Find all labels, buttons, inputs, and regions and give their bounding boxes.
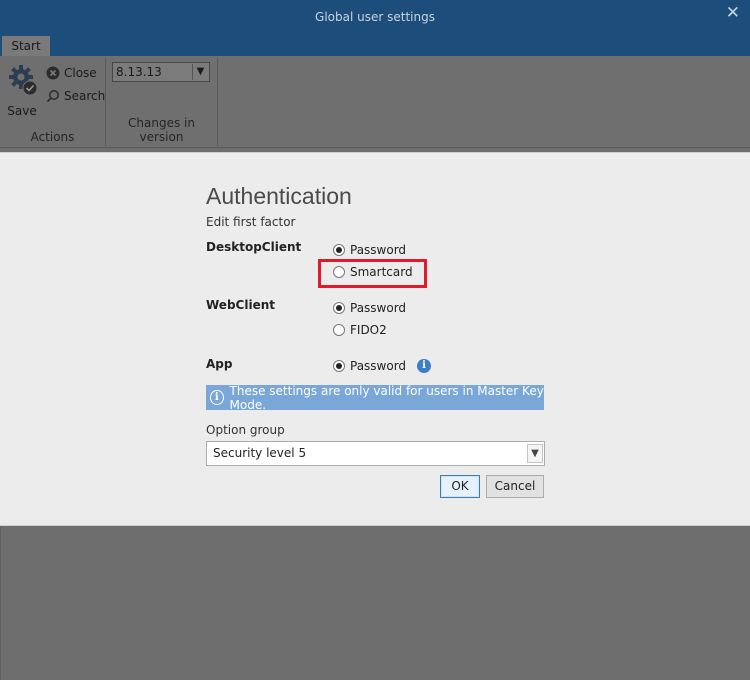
web-fido2-radio[interactable]: FIDO2 <box>333 323 387 337</box>
smartcard-highlight <box>318 259 427 288</box>
app-label: App <box>206 357 233 371</box>
cancel-button[interactable]: Cancel <box>486 475 544 498</box>
chevron-down-icon: ▼ <box>527 444 543 463</box>
webclient-label: WebClient <box>206 298 275 312</box>
ribbon-tab-row: Start <box>0 36 750 56</box>
window-titlebar: Global user settings ✕ <box>0 0 750 36</box>
window-title: Global user settings <box>315 10 435 24</box>
info-circle-icon: i <box>210 390 224 405</box>
radio-selected-icon <box>333 244 345 256</box>
version-group: 8.13.13 ▼ Changes in version <box>106 58 218 146</box>
actions-group: Save Close Search Actions <box>0 58 106 146</box>
save-gear-icon <box>8 64 38 101</box>
info-banner-text: These settings are only valid for users … <box>229 383 544 412</box>
close-button[interactable]: Close <box>46 64 97 82</box>
info-banner: i These settings are only valid for user… <box>206 383 544 412</box>
actions-group-label: Actions <box>30 130 75 144</box>
search-button[interactable]: Search <box>46 87 105 105</box>
close-label: Close <box>64 66 97 80</box>
radio-unselected-icon <box>333 324 345 336</box>
app-password-radio[interactable]: Password i <box>333 359 432 373</box>
version-select-value: 8.13.13 <box>116 65 162 79</box>
close-window-icon[interactable]: ✕ <box>726 4 740 22</box>
save-label: Save <box>7 104 37 118</box>
web-password-radio[interactable]: Password <box>333 301 406 315</box>
radio-label: FIDO2 <box>350 323 387 337</box>
tab-start[interactable]: Start <box>2 36 50 56</box>
desktop-password-radio[interactable]: Password <box>333 243 406 257</box>
ribbon: Save Close Search Actions 8.13.13 ▼ Chan… <box>0 56 750 148</box>
dialog-subtitle: Edit first factor <box>206 215 296 229</box>
option-group-value: Security level 5 <box>213 446 307 460</box>
authentication-dialog: Authentication Edit first factor Desktop… <box>0 152 750 526</box>
radio-selected-icon <box>333 302 345 314</box>
dialog-title: Authentication <box>206 183 352 209</box>
close-circle-icon <box>46 66 60 80</box>
radio-selected-icon <box>333 360 345 372</box>
background-content-area <box>0 527 750 680</box>
version-select[interactable]: 8.13.13 ▼ <box>112 62 210 82</box>
chevron-down-icon: ▼ <box>192 64 208 80</box>
save-button[interactable]: Save <box>4 64 40 118</box>
radio-label: Password <box>350 359 407 373</box>
ok-button[interactable]: OK <box>440 475 480 498</box>
desktopclient-label: DesktopClient <box>206 240 302 254</box>
search-label: Search <box>64 89 106 103</box>
option-group-label: Option group <box>206 423 285 437</box>
radio-label: Password <box>350 243 407 257</box>
radio-label: Password <box>350 301 407 315</box>
option-group-select[interactable]: Security level 5 ▼ <box>206 441 545 466</box>
search-icon <box>46 89 60 103</box>
version-group-label: Changes in version <box>128 116 195 144</box>
info-icon[interactable]: i <box>417 359 432 373</box>
